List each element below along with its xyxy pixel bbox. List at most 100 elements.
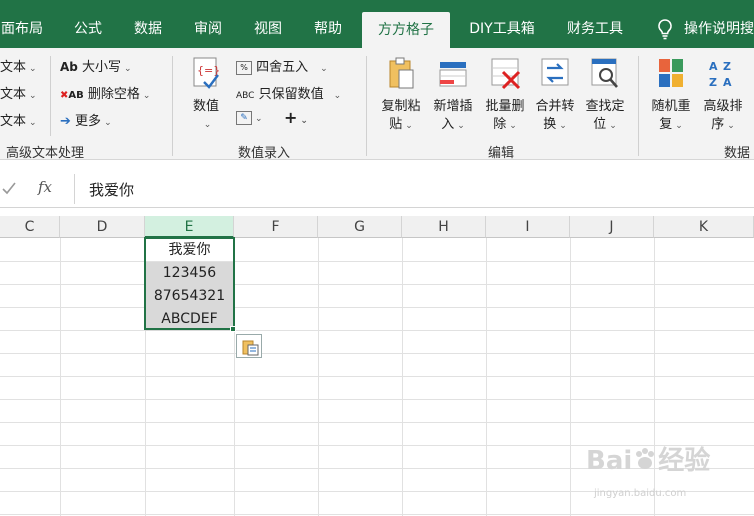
copy-paste-label-2: 贴 bbox=[389, 117, 403, 132]
tab-tell-me[interactable]: 操作说明搜 bbox=[684, 0, 754, 48]
keep-value-button[interactable]: ABC 只保留数值 ⌄ bbox=[236, 83, 341, 102]
merge-convert-label: 合并转 bbox=[535, 99, 575, 114]
divider bbox=[638, 56, 639, 156]
group-label-text: 高级文本处理 bbox=[6, 146, 85, 161]
batch-delete-button[interactable]: 批量删 除 ⌄ bbox=[480, 56, 530, 135]
sort-az-icon: A Z Z A bbox=[709, 60, 732, 89]
baidu-watermark: Bai 经验 jingyan.baidu.com bbox=[586, 440, 746, 510]
merge-convert-icon bbox=[541, 58, 569, 86]
insert-button[interactable]: 新增插 入 ⌄ bbox=[428, 56, 478, 135]
column-header-g[interactable]: G bbox=[318, 216, 402, 238]
watermark-brand: Bai bbox=[586, 446, 633, 476]
clipboard-icon bbox=[389, 57, 414, 89]
random-repeat-label-2: 复 bbox=[659, 117, 673, 132]
paste-options-button[interactable] bbox=[236, 334, 262, 358]
tab-review[interactable]: 审阅 bbox=[186, 0, 230, 48]
column-header-h[interactable]: H bbox=[402, 216, 486, 238]
case-button[interactable]: Ab 大小写 ⌄ bbox=[60, 56, 132, 75]
chevron-down-icon: ⌄ bbox=[29, 118, 37, 128]
more-button[interactable]: ➔ 更多 ⌄ bbox=[60, 110, 112, 129]
keep-value-label: 只保留数值 bbox=[258, 87, 324, 102]
tab-help[interactable]: 帮助 bbox=[306, 0, 350, 48]
divider bbox=[50, 56, 51, 136]
ribbon-panel: 文本 ⌄ 文本 ⌄ 文本 ⌄ Ab 大小写 ⌄ ✖AB 删除空格 ⌄ ➔ 更多 ⌄ 高级文本… bbox=[0, 48, 754, 161]
find-locate-label-2: 位 bbox=[593, 117, 607, 132]
value-label: 数值 bbox=[192, 99, 219, 114]
find-locate-button[interactable]: 查找定 位 ⌄ bbox=[580, 56, 630, 135]
copy-paste-button[interactable]: 复制粘 贴 ⌄ bbox=[376, 56, 426, 135]
column-header-j[interactable]: J bbox=[570, 216, 654, 238]
chevron-down-icon: ⌄ bbox=[675, 121, 683, 131]
copy-paste-label: 复制粘 bbox=[381, 99, 421, 114]
batch-delete-icon bbox=[491, 58, 521, 90]
edit-icon: ✎ bbox=[236, 110, 252, 125]
batch-delete-label: 批量删 bbox=[485, 99, 525, 114]
magnifier-icon bbox=[591, 58, 618, 88]
paste-options-icon bbox=[242, 340, 259, 356]
svg-text:A: A bbox=[723, 76, 732, 89]
advanced-sort-label-2: 序 bbox=[711, 117, 725, 132]
fill-handle[interactable] bbox=[230, 326, 236, 332]
value-button[interactable]: {=} 数值 ⌄ bbox=[184, 56, 228, 134]
random-repeat-icon bbox=[659, 59, 683, 87]
column-header-f[interactable]: F bbox=[234, 216, 318, 238]
chevron-down-icon: ⌄ bbox=[609, 121, 617, 131]
lightbulb-icon[interactable] bbox=[656, 18, 674, 40]
selection-border bbox=[144, 237, 235, 330]
abc-icon: ABC bbox=[236, 91, 255, 101]
chevron-down-icon: ⌄ bbox=[559, 121, 567, 131]
watermark-suffix: 经验 bbox=[658, 446, 711, 476]
merge-convert-label-2: 换 bbox=[543, 117, 557, 132]
tab-data[interactable]: 数据 bbox=[126, 0, 170, 48]
round-button[interactable]: % 四舍五入 ⌄ bbox=[236, 56, 328, 75]
random-repeat-button[interactable]: 随机重 复 ⌄ bbox=[646, 56, 696, 135]
column-header-i[interactable]: I bbox=[486, 216, 570, 238]
delete-space-label: 删除空格 bbox=[87, 87, 140, 102]
text-menu-3[interactable]: 文本 ⌄ bbox=[0, 110, 37, 129]
watermark-url: jingyan.baidu.com bbox=[594, 488, 687, 499]
delete-space-button[interactable]: ✖AB 删除空格 ⌄ bbox=[60, 83, 150, 102]
chevron-down-icon: ⌄ bbox=[104, 118, 112, 128]
svg-text:Z: Z bbox=[723, 60, 731, 73]
advanced-sort-label: 高级排 bbox=[703, 99, 743, 114]
round-label: 四舍五入 bbox=[256, 60, 309, 75]
plus-icon: + bbox=[284, 108, 298, 127]
chevron-down-icon: ⌄ bbox=[727, 121, 735, 131]
chevron-down-icon: ⌄ bbox=[29, 91, 37, 101]
text-menu-1[interactable]: 文本 ⌄ bbox=[0, 56, 37, 75]
insert-label: 新增插 bbox=[433, 99, 473, 114]
chevron-down-icon: ⌄ bbox=[124, 64, 132, 74]
tab-finance-tools[interactable]: 财务工具 bbox=[560, 0, 630, 48]
column-header-c[interactable]: C bbox=[0, 216, 60, 238]
random-repeat-label: 随机重 bbox=[651, 99, 691, 114]
tab-view[interactable]: 视图 bbox=[246, 0, 290, 48]
divider bbox=[172, 56, 173, 156]
chevron-down-icon: ⌄ bbox=[255, 114, 263, 124]
tab-diy-toolbox[interactable]: DIY工具箱 bbox=[462, 0, 542, 48]
column-header-e[interactable]: E bbox=[145, 216, 234, 238]
text-menu-2[interactable]: 文本 ⌄ bbox=[0, 83, 37, 102]
group-label-edit: 编辑 bbox=[488, 146, 515, 161]
add-button[interactable]: + ⌄ bbox=[284, 108, 308, 127]
column-header-d[interactable]: D bbox=[60, 216, 145, 238]
chevron-down-icon: ⌄ bbox=[320, 64, 328, 74]
ribbon-tab-bar: 面布局 公式 数据 审阅 视图 帮助 方方格子 DIY工具箱 财务工具 操作说明… bbox=[0, 0, 754, 48]
find-locate-label: 查找定 bbox=[585, 99, 625, 114]
tab-page-layout[interactable]: 面布局 bbox=[0, 0, 44, 48]
chevron-down-icon: ⌄ bbox=[300, 116, 308, 126]
svg-text:A: A bbox=[709, 60, 718, 73]
svg-text:Z: Z bbox=[709, 76, 717, 89]
formula-input[interactable]: 我爱你 bbox=[74, 174, 754, 204]
tab-formulas[interactable]: 公式 bbox=[66, 0, 110, 48]
checkmark-icon[interactable] bbox=[2, 182, 16, 196]
advanced-sort-button[interactable]: A Z Z A 高级排 序 ⌄ bbox=[698, 56, 748, 135]
merge-convert-button[interactable]: 合并转 换 ⌄ bbox=[530, 56, 580, 135]
chevron-down-icon: ⌄ bbox=[457, 121, 465, 131]
column-header-k[interactable]: K bbox=[654, 216, 754, 238]
chevron-down-icon: ⌄ bbox=[509, 121, 517, 131]
arrow-right-icon: ➔ bbox=[60, 114, 71, 129]
edit-insert-button[interactable]: ✎ ⌄ bbox=[236, 110, 263, 125]
fx-button[interactable]: fx bbox=[38, 178, 52, 196]
ab-case-icon: Ab bbox=[60, 60, 78, 74]
tab-fangfang[interactable]: 方方格子 bbox=[362, 12, 450, 48]
